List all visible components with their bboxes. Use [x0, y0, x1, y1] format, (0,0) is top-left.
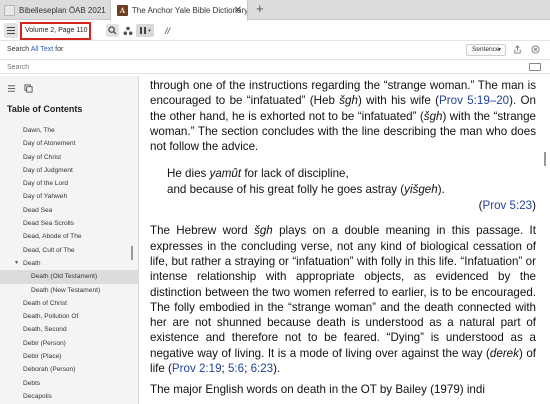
text-run: The Hebrew word	[150, 224, 255, 238]
article-paragraph: The Hebrew word šgh plays on a double me…	[150, 223, 536, 376]
toc-item[interactable]: Dawn, The	[0, 124, 138, 137]
tab-reading-plan[interactable]: Bibelleseplan ÖAB 2021	[0, 0, 109, 20]
sidebar-scrollbar[interactable]	[131, 246, 133, 260]
tab-bar: Bibelleseplan ÖAB 2021 A The Anchor Yale…	[0, 0, 550, 21]
toc-item[interactable]: Death of Christ	[0, 297, 138, 310]
keyboard-icon[interactable]	[529, 63, 541, 71]
toc-item[interactable]: Death (New Testament)	[0, 284, 138, 297]
article-text: through one of the instructions regardin…	[150, 78, 536, 398]
share-icon[interactable]	[513, 45, 522, 56]
scripture-link[interactable]: Prov 2:19	[172, 362, 222, 375]
book-cover-icon: A	[117, 5, 128, 16]
sidebar-toolbar	[7, 84, 33, 95]
toc-item[interactable]: Death, Second	[0, 323, 138, 336]
search-scope-link[interactable]: All Text	[31, 46, 53, 53]
toc-item[interactable]: Debts	[0, 377, 138, 390]
hebrew-word: šgh	[423, 109, 443, 123]
links-button[interactable]: //	[161, 24, 174, 37]
toc-item[interactable]: Day of Atonement	[0, 137, 138, 150]
search-input[interactable]	[7, 62, 507, 73]
search-options-row: Search All Text for Sentence ▼	[0, 42, 550, 57]
scripture-link[interactable]: Prov 5:19–20	[439, 94, 509, 107]
toc-item[interactable]: Debir (Place)	[0, 350, 138, 363]
search-field-container	[0, 59, 550, 74]
tab-anchor-yale-bible-dictionary[interactable]: A The Anchor Yale Bible Dictionary ✕	[110, 0, 248, 21]
quote-citation: (Prov 5:23)	[478, 199, 536, 213]
table-of-contents-panel: Table of Contents Dawn, The Day of Atone…	[0, 76, 139, 404]
article-paragraph: The major English words on death in the …	[150, 383, 485, 397]
close-panel-icon[interactable]	[531, 45, 540, 56]
toc-item[interactable]: Dead, Abode of The	[0, 230, 138, 243]
copy-icon[interactable]	[24, 84, 33, 95]
close-icon[interactable]: ✕	[234, 5, 242, 16]
text-run: ).	[273, 362, 281, 376]
toc-item[interactable]: Dead, Cult of The	[0, 244, 138, 257]
reference-box[interactable]: Volume 2, Page 110	[20, 22, 91, 40]
toc-list: Dawn, The Day of Atonement Day of Christ…	[0, 124, 138, 403]
toc-item[interactable]: Day of Yahweh	[0, 190, 138, 203]
text-run: He dies	[167, 167, 210, 181]
toc-item[interactable]: Dead Sea	[0, 204, 138, 217]
toc-item[interactable]: Death, Pollution Of	[0, 310, 138, 323]
text-run: and because of his great folly he goes a…	[167, 182, 405, 196]
toc-item[interactable]: Day of Judgment	[0, 164, 138, 177]
quote-line: and because of his great folly he goes a…	[167, 182, 536, 197]
tab-label: The Anchor Yale Bible Dictionary	[131, 6, 247, 15]
article-paragraph: through one of the instructions regardin…	[150, 78, 536, 154]
hebrew-word: yamût	[209, 167, 242, 181]
chevron-down-icon: ▼	[497, 47, 502, 53]
quote-line: He dies yamût for lack of discipline,	[167, 166, 536, 181]
reading-plan-icon	[4, 4, 15, 16]
article-pane: through one of the instructions regardin…	[140, 76, 550, 404]
article-scrollbar[interactable]	[544, 152, 546, 166]
scripture-link[interactable]: Prov 5:23	[483, 199, 533, 212]
toc-item[interactable]: Day of Christ	[0, 151, 138, 164]
text-run: plays on a double meaning in this passag…	[150, 224, 536, 360]
text-run: ).	[437, 182, 445, 196]
block-quote: He dies yamût for lack of discipline, an…	[150, 166, 536, 213]
scripture-link[interactable]: 6:23	[251, 362, 274, 375]
toc-item[interactable]: Dead Sea Scrolls	[0, 217, 138, 230]
search-scope-label: Search All Text for	[7, 46, 63, 53]
hebrew-word: yišgeh	[404, 182, 438, 196]
search-suffix: for	[55, 46, 64, 53]
hebrew-word: šgh	[339, 94, 358, 108]
toc-item[interactable]: Deborah (Person)	[0, 363, 138, 376]
text-run: for lack of discipline,	[241, 167, 349, 181]
text-run: ) with his wife (	[357, 94, 440, 108]
parallel-resources-icon[interactable]: ▾	[136, 24, 154, 37]
new-tab-plus-icon[interactable]: +	[256, 1, 264, 16]
visual-filter-icon[interactable]	[121, 24, 134, 37]
resource-toolbar: Volume 2, Page 110 ▾ //	[0, 21, 550, 41]
hebrew-word: šgh	[254, 224, 273, 238]
search-icon[interactable]	[106, 24, 119, 37]
panel-menu-button[interactable]	[4, 23, 18, 38]
search-mode-label: Sentence	[472, 46, 500, 53]
toc-item[interactable]: Day of the Lord	[0, 177, 138, 190]
search-mode-dropdown[interactable]: Sentence ▼	[466, 44, 506, 56]
search-prefix: Search	[7, 46, 30, 53]
hebrew-word: derek	[489, 346, 519, 360]
scripture-link[interactable]: 5:6	[228, 362, 244, 375]
toc-item-death-expanded[interactable]: Death	[0, 257, 138, 271]
toc-item[interactable]: Decapolis	[0, 390, 138, 403]
toc-item[interactable]: Debir (Person)	[0, 337, 138, 350]
tab-label: Bibelleseplan ÖAB 2021	[19, 5, 106, 15]
toc-title: Table of Contents	[7, 104, 83, 114]
toc-item-selected[interactable]: Death (Old Testament)	[0, 270, 138, 284]
list-view-icon[interactable]	[7, 84, 16, 95]
